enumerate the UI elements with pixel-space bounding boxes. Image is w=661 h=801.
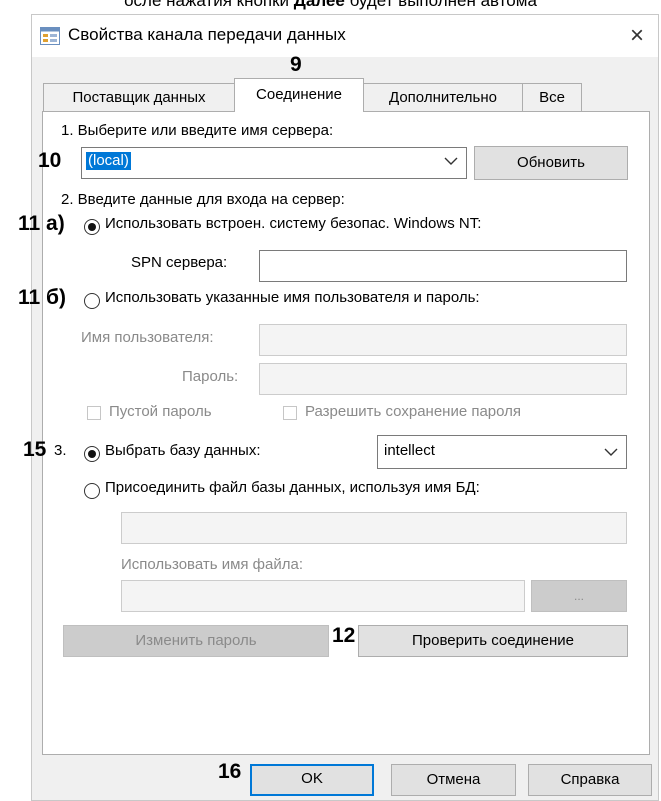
- password-field[interactable]: [259, 363, 627, 395]
- spn-label: SPN сервера:: [131, 254, 228, 271]
- database-combobox[interactable]: intellect: [377, 435, 627, 469]
- window-title: Свойства канала передачи данных: [68, 25, 346, 44]
- marker-12: 12: [332, 624, 356, 647]
- username-field[interactable]: [259, 324, 627, 356]
- tab-advanced[interactable]: Дополнительно: [363, 83, 523, 111]
- page-caption: осле нажатия кнопки Далее будет выполнен…: [0, 0, 661, 11]
- title-bar: Свойства канала передачи данных ×: [32, 15, 658, 57]
- chevron-down-icon: [604, 448, 618, 456]
- password-label: Пароль:: [182, 368, 239, 385]
- chevron-down-icon: [444, 157, 458, 165]
- server-name-value: (local): [86, 152, 131, 170]
- radio-selected-dot: [88, 223, 96, 231]
- marker-9: 9: [290, 53, 302, 76]
- windows-auth-radio[interactable]: [84, 219, 100, 235]
- step2-label: 2. Введите данные для входа на сервер:: [61, 191, 345, 208]
- tab-data-provider[interactable]: Поставщик данных: [43, 83, 235, 111]
- server-name-combobox[interactable]: (local): [81, 147, 467, 179]
- allow-save-password-label: Разрешить сохранение пароля: [305, 403, 522, 420]
- change-password-button[interactable]: Изменить пароль: [63, 625, 329, 657]
- refresh-button[interactable]: Обновить: [474, 146, 628, 180]
- marker-16: 16: [218, 760, 242, 783]
- empty-password-checkbox[interactable]: [87, 406, 101, 420]
- dialog-client-area: 9 Поставщик данных Соединение Дополнител…: [18, 53, 658, 800]
- browse-button[interactable]: ...: [531, 580, 627, 612]
- allow-save-password-checkbox[interactable]: [283, 406, 297, 420]
- marker-11b: 11 б): [18, 286, 66, 309]
- step1-label: 1. Выберите или введите имя сервера:: [61, 122, 334, 139]
- step3-number: 3.: [54, 442, 67, 459]
- help-button[interactable]: Справка: [528, 764, 652, 796]
- tab-all[interactable]: Все: [522, 83, 582, 111]
- spn-field[interactable]: [259, 250, 627, 282]
- tab-connection[interactable]: Соединение: [234, 78, 364, 112]
- user-auth-label: Использовать указанные имя пользователя …: [105, 289, 480, 306]
- database-app-icon: [40, 27, 60, 45]
- empty-password-label: Пустой пароль: [109, 403, 212, 420]
- username-label: Имя пользователя:: [81, 329, 214, 346]
- caption-text-end: будет выполнен автома: [344, 0, 537, 10]
- caption-bold-text: Далее: [293, 0, 345, 10]
- filename-field[interactable]: [121, 580, 525, 612]
- test-connection-button[interactable]: Проверить соединение: [358, 625, 628, 657]
- close-icon[interactable]: ×: [618, 17, 656, 55]
- attach-db-radio[interactable]: [84, 483, 100, 499]
- connection-panel: 1. Выберите или введите имя сервера: 10 …: [18, 111, 650, 755]
- filename-label: Использовать имя файла:: [121, 556, 304, 573]
- ok-button[interactable]: OK: [250, 764, 374, 796]
- select-db-radio[interactable]: [84, 446, 100, 462]
- attach-db-label: Присоединить файл базы данных, используя…: [105, 479, 480, 496]
- dialog-window: Свойства канала передачи данных × 9 Пост…: [18, 14, 659, 801]
- db-name-field[interactable]: [121, 512, 627, 544]
- marker-10: 10: [38, 149, 62, 172]
- database-value: intellect: [384, 442, 435, 459]
- cancel-button[interactable]: Отмена: [391, 764, 516, 796]
- marker-11a: 11 а): [18, 212, 65, 235]
- user-auth-radio[interactable]: [84, 293, 100, 309]
- windows-auth-label: Использовать встроен. систему безопас. W…: [105, 215, 482, 232]
- radio-selected-dot: [88, 450, 96, 458]
- select-db-label: Выбрать базу данных:: [105, 442, 261, 459]
- marker-15: 15: [23, 438, 47, 461]
- caption-text: осле нажатия кнопки: [124, 0, 294, 10]
